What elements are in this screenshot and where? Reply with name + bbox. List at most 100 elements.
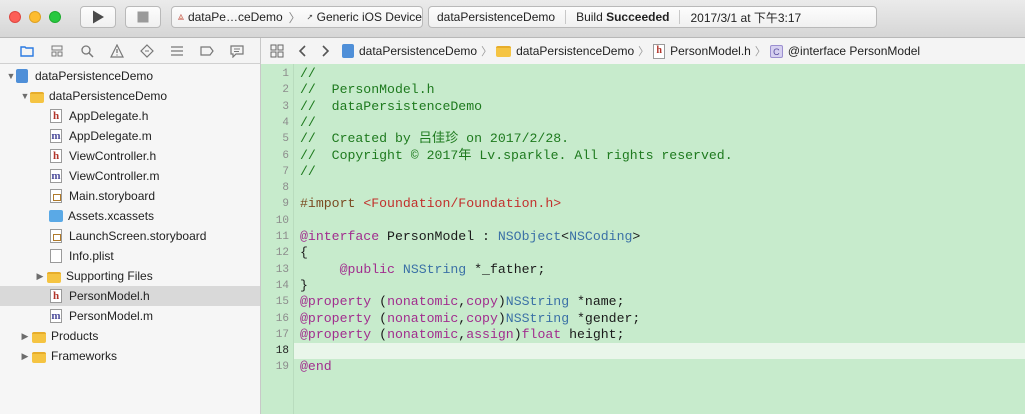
folder-icon [32,351,46,363]
back-chevron-icon[interactable] [298,44,308,58]
zoom-window-button[interactable] [49,11,61,23]
stop-button[interactable] [125,6,161,28]
code-line[interactable] [294,213,1025,229]
tree-item-project[interactable]: ▼ dataPersistenceDemo [0,66,260,86]
code-line[interactable]: // [294,164,1025,180]
tree-item-file[interactable]: m ViewController.m [0,166,260,186]
code-line[interactable]: // dataPersistenceDemo [294,99,1025,115]
close-window-button[interactable] [9,11,21,23]
code-token: { [300,245,308,261]
tree-item-label: ViewController.m [69,169,160,183]
tree-item-label: ViewController.h [69,149,157,163]
crumb-label: dataPersistenceDemo [359,44,478,58]
tree-item-file[interactable]: m AppDelegate.m [0,126,260,146]
code-token: @property [300,294,372,310]
tree-item-file-selected[interactable]: h PersonModel.h [0,286,260,306]
breakpoint-navigator-icon[interactable] [200,44,214,58]
tree-item-label: AppDelegate.h [69,109,149,123]
jump-crumb-file[interactable]: h PersonModel.h [653,43,751,59]
implementation-file-icon: m [50,169,62,183]
code-token: @property [300,310,372,326]
tree-item-file[interactable]: LaunchScreen.storyboard [0,226,260,246]
tree-item-file[interactable]: h ViewController.h [0,146,260,166]
code-line[interactable]: // [294,66,1025,82]
code-token: float [521,326,562,342]
run-button[interactable] [80,6,116,28]
code-line[interactable]: @end [294,359,1025,375]
tree-item-file[interactable]: Assets.xcassets [0,206,260,226]
code-line[interactable] [294,180,1025,196]
class-symbol-icon: C [769,44,783,58]
storyboard-icon [50,229,62,243]
project-navigator-icon[interactable] [20,44,34,58]
tree-item-file[interactable]: Info.plist [0,246,260,266]
code-token: @interface [300,229,380,244]
code-line[interactable]: // PersonModel.h [294,82,1025,98]
disclosure-triangle-icon[interactable]: ▶ [35,271,45,282]
disclosure-triangle-icon[interactable]: ▶ [20,351,30,362]
test-navigator-icon[interactable] [140,44,154,58]
related-items-icon[interactable] [270,44,284,58]
code-line[interactable]: #import <Foundation/Foundation.h> [294,196,1025,212]
crumb-label: PersonModel.h [670,44,751,58]
symbol-navigator-icon[interactable] [50,44,64,58]
tree-item-group[interactable]: ▶ Supporting Files [0,266,260,286]
code-token: // [300,163,316,179]
code-line[interactable]: } [294,278,1025,294]
tree-item-group[interactable]: ▶ Products [0,326,260,346]
code-token: copy [466,310,498,326]
code-line-current[interactable] [294,343,1025,360]
debug-navigator-icon[interactable] [170,44,184,58]
code-token: @public [339,261,395,277]
scheme-selector[interactable]: dataPe…ceDemo 〉 Generic iOS Device [171,6,423,28]
code-line[interactable]: @property (nonatomic,assign)float height… [294,327,1025,343]
find-navigator-icon[interactable] [80,44,94,58]
code-line[interactable]: // Copyright © 2017年 Lv.sparkle. All rig… [294,148,1025,164]
code-line[interactable]: @property (nonatomic,copy)NSString *name… [294,294,1025,310]
disclosure-triangle-icon[interactable]: ▼ [20,91,30,101]
code-token: copy [466,294,498,310]
minimize-window-button[interactable] [29,11,41,23]
code-line[interactable]: @public NSString *_father; [294,262,1025,278]
activity-divider [565,10,567,24]
code-line[interactable]: @property (nonatomic,copy)NSString *gend… [294,311,1025,327]
code-token: nonatomic [387,310,459,326]
tree-item-file[interactable]: m PersonModel.m [0,306,260,326]
code-token: // PersonModel.h [300,82,435,98]
code-line[interactable]: @interface PersonModel : NSObject<NSCodi… [294,229,1025,245]
hammer-icon [307,14,312,20]
line-number: 18 [275,345,289,358]
plist-icon [50,249,62,263]
disclosure-triangle-icon[interactable]: ▼ [6,71,16,81]
code-line[interactable]: { [294,245,1025,261]
navigator-selector-bar [0,38,261,64]
disclosure-triangle-icon[interactable]: ▶ [20,331,30,342]
header-file-icon: h [653,43,666,59]
line-number: 5 [282,133,289,146]
code-token: // [300,66,316,81]
tree-item-group[interactable]: ▼ dataPersistenceDemo [0,86,260,106]
code-token: // Copyright © 2017年 Lv.sparkle. All rig… [300,147,733,163]
folder-icon [496,45,512,57]
window-toolbar: dataPe…ceDemo 〉 Generic iOS Device dataP… [0,0,1025,38]
jump-crumb-group[interactable]: dataPersistenceDemo [496,44,634,58]
code-line[interactable]: // Created by 吕佳珍 on 2017/2/28. [294,131,1025,147]
code-token: assign [466,326,514,342]
code-token: // Created by 吕佳珍 on 2017/2/28. [300,131,570,147]
issue-navigator-icon[interactable] [110,44,124,58]
code-token: nonatomic [387,326,459,342]
code-token: nonatomic [387,294,459,310]
tree-item-label: Info.plist [69,249,114,263]
tree-item-file[interactable]: h AppDelegate.h [0,106,260,126]
report-navigator-icon[interactable] [230,44,244,58]
code-line[interactable]: // [294,115,1025,131]
implementation-file-icon: m [50,129,62,143]
tree-item-label: Supporting Files [66,269,153,283]
forward-chevron-icon[interactable] [320,44,330,58]
jump-crumb-symbol[interactable]: C @interface PersonModel [769,44,920,58]
tree-item-group[interactable]: ▶ Frameworks [0,346,260,366]
stop-icon [137,11,149,23]
tree-item-file[interactable]: Main.storyboard [0,186,260,206]
source-editor[interactable]: //// PersonModel.h// dataPersistenceDemo… [294,64,1025,414]
jump-crumb-project[interactable]: dataPersistenceDemo [342,44,477,58]
